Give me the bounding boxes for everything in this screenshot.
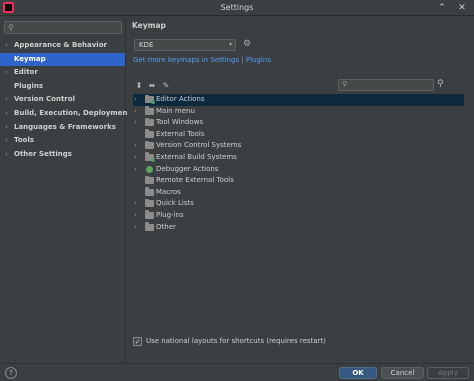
chevron-right-icon[interactable]: › (134, 222, 142, 234)
tree-row-other[interactable]: › Other (133, 222, 464, 234)
get-more-keymaps-link[interactable]: Get more keymaps in Settings (133, 56, 239, 64)
title-bar: Settings ⌃ ✕ (0, 0, 474, 16)
find-by-shortcut-icon[interactable]: ⚲ (437, 79, 444, 89)
expand-arrow-icon: › (5, 108, 8, 117)
sidebar-item-languages[interactable]: › Languages & Frameworks (0, 121, 125, 135)
expand-arrow-icon: › (5, 41, 8, 49)
close-button[interactable]: ✕ (456, 2, 468, 14)
national-layouts-label: Use national layouts for shortcuts (requ… (146, 337, 326, 345)
folder-icon (145, 198, 154, 208)
dialog-footer: ? OK Cancel Apply (0, 363, 474, 381)
chevron-right-icon[interactable]: › (134, 198, 142, 210)
chevron-right-icon[interactable]: › (134, 152, 142, 164)
gear-icon[interactable]: ⚙ (243, 39, 251, 49)
chevron-right-icon[interactable]: › (134, 117, 142, 129)
settings-nav: › Appearance & Behavior Keymap › Editor Pl… (0, 39, 131, 162)
tree-row-macros[interactable]: Macros (133, 187, 464, 199)
link-separator: | (241, 56, 244, 64)
folder-icon (145, 129, 154, 138)
ok-button[interactable]: OK (339, 367, 377, 379)
chevron-right-icon[interactable]: › (134, 106, 142, 118)
tree-row-plug-ins[interactable]: › Plug-ins (133, 210, 464, 222)
national-layouts-checkbox[interactable]: ✓ (133, 337, 142, 346)
sidebar-item-version-control[interactable]: › Version Control (0, 93, 125, 107)
chevron-right-icon[interactable]: › (134, 140, 142, 152)
tree-row-debugger-actions[interactable]: › Debugger Actions (133, 164, 464, 176)
cancel-button[interactable]: Cancel (381, 367, 424, 379)
search-icon: ⚲ (8, 23, 14, 32)
tree-row-external-tools[interactable]: External Tools (133, 129, 464, 141)
sidebar-item-tools[interactable]: › Tools (0, 134, 125, 148)
folder-icon (145, 187, 154, 196)
tree-row-external-build-systems[interactable]: › External Build Systems (133, 152, 464, 164)
tree-row-main-menu[interactable]: › Main menu (133, 106, 464, 118)
keymap-panel: Keymap KDE ▾ ⚙ Get more keymaps in Setti… (127, 17, 474, 363)
keymap-select[interactable]: KDE ▾ (134, 39, 236, 51)
sidebar-item-appearance[interactable]: › Appearance & Behavior (0, 39, 125, 53)
edit-shortcut-icon[interactable]: ✎ (161, 80, 171, 92)
folder-icon (145, 140, 154, 150)
action-filter-input[interactable]: ⚲ (338, 79, 434, 91)
tree-row-editor-actions[interactable]: › Editor Actions (133, 94, 464, 106)
expand-arrow-icon: › (5, 136, 8, 145)
keymap-action-tree: › Editor Actions › Main menu › Tool Windows… (133, 94, 464, 233)
folder-gear-icon (145, 94, 155, 104)
sidebar-item-build[interactable]: › Build, Execution, Deployment (0, 107, 131, 121)
sidebar-item-keymap[interactable]: Keymap (0, 52, 125, 67)
expand-arrow-icon: › (5, 149, 8, 158)
expand-all-icon[interactable]: ⬍ (134, 80, 144, 92)
plugins-link[interactable]: Plugins (246, 56, 271, 64)
more-keymaps-links: Get more keymaps in Settings | Plugins (133, 56, 271, 64)
apply-button[interactable]: Apply (427, 367, 469, 379)
chevron-down-icon: ▾ (228, 41, 232, 48)
settings-sidebar: ⚲ › Appearance & Behavior Keymap › Editor … (0, 17, 131, 363)
expand-arrow-icon: › (5, 68, 8, 77)
help-button[interactable]: ? (5, 367, 17, 379)
folder-icon (145, 222, 154, 231)
folder-icon (145, 175, 154, 185)
chevron-right-icon[interactable]: › (134, 94, 142, 106)
tree-row-quick-lists[interactable]: › Quick Lists (133, 198, 464, 210)
page-title: Keymap (132, 21, 166, 30)
folder-icon (145, 117, 154, 127)
chevron-right-icon[interactable]: › (134, 164, 142, 176)
keymap-select-value: KDE (139, 41, 154, 49)
search-icon: ⚲ (342, 80, 348, 88)
tree-row-remote-external-tools[interactable]: Remote External Tools (133, 175, 464, 187)
bug-icon (146, 165, 153, 173)
expand-arrow-icon: › (5, 95, 8, 104)
chevron-right-icon[interactable]: › (134, 210, 142, 222)
minimize-button[interactable]: ⌃ (436, 2, 448, 14)
tree-row-tool-windows[interactable]: › Tool Windows (133, 117, 464, 129)
collapse-all-icon[interactable]: ⬌ (147, 80, 157, 92)
tree-row-vcs[interactable]: › Version Control Systems (133, 140, 464, 152)
folder-icon (145, 106, 154, 115)
settings-search-input[interactable]: ⚲ (4, 21, 122, 34)
sidebar-item-plugins[interactable]: Plugins (0, 80, 125, 94)
folder-gear-icon (145, 152, 155, 162)
sidebar-item-other-settings[interactable]: › Other Settings (0, 148, 125, 162)
window-title: Settings (220, 3, 254, 12)
expand-arrow-icon: › (5, 122, 8, 131)
folder-icon (145, 210, 154, 219)
sidebar-item-editor[interactable]: › Editor (0, 66, 125, 80)
